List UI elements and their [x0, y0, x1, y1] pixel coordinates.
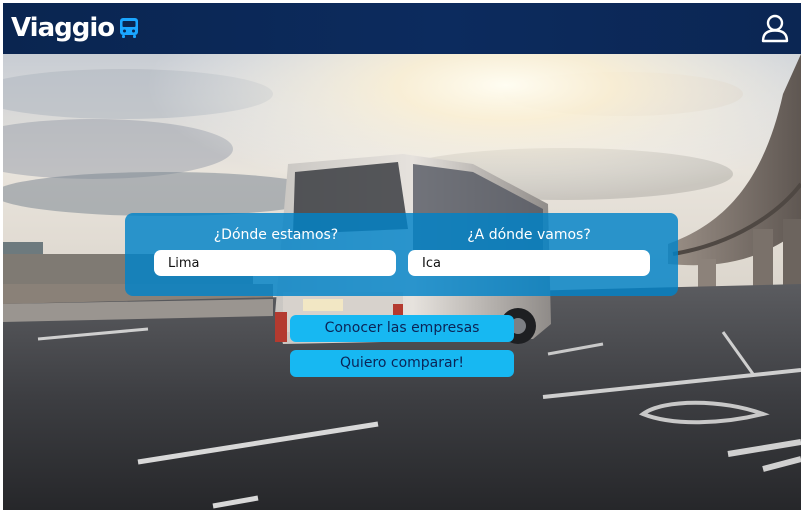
view-companies-button[interactable]: Conocer las empresas: [290, 315, 514, 342]
destination-input[interactable]: [408, 250, 650, 276]
brand-logo[interactable]: Viaggio: [11, 10, 141, 46]
route-search-panel: ¿Dónde estamos? ¿A dónde vamos?: [125, 213, 678, 296]
app-frame: Viaggio ¿Dónde estamos? ¿A dónde vamos? …: [3, 3, 801, 510]
origin-label: ¿Dónde estamos?: [213, 227, 339, 243]
origin-input[interactable]: [154, 250, 396, 276]
destination-label: ¿A dónde vamos?: [467, 227, 591, 243]
top-navbar: Viaggio: [3, 3, 801, 54]
bus-icon: [120, 18, 139, 38]
user-icon[interactable]: [759, 12, 791, 44]
compare-button[interactable]: Quiero comparar!: [290, 350, 514, 377]
brand-name: Viaggio: [11, 13, 115, 43]
